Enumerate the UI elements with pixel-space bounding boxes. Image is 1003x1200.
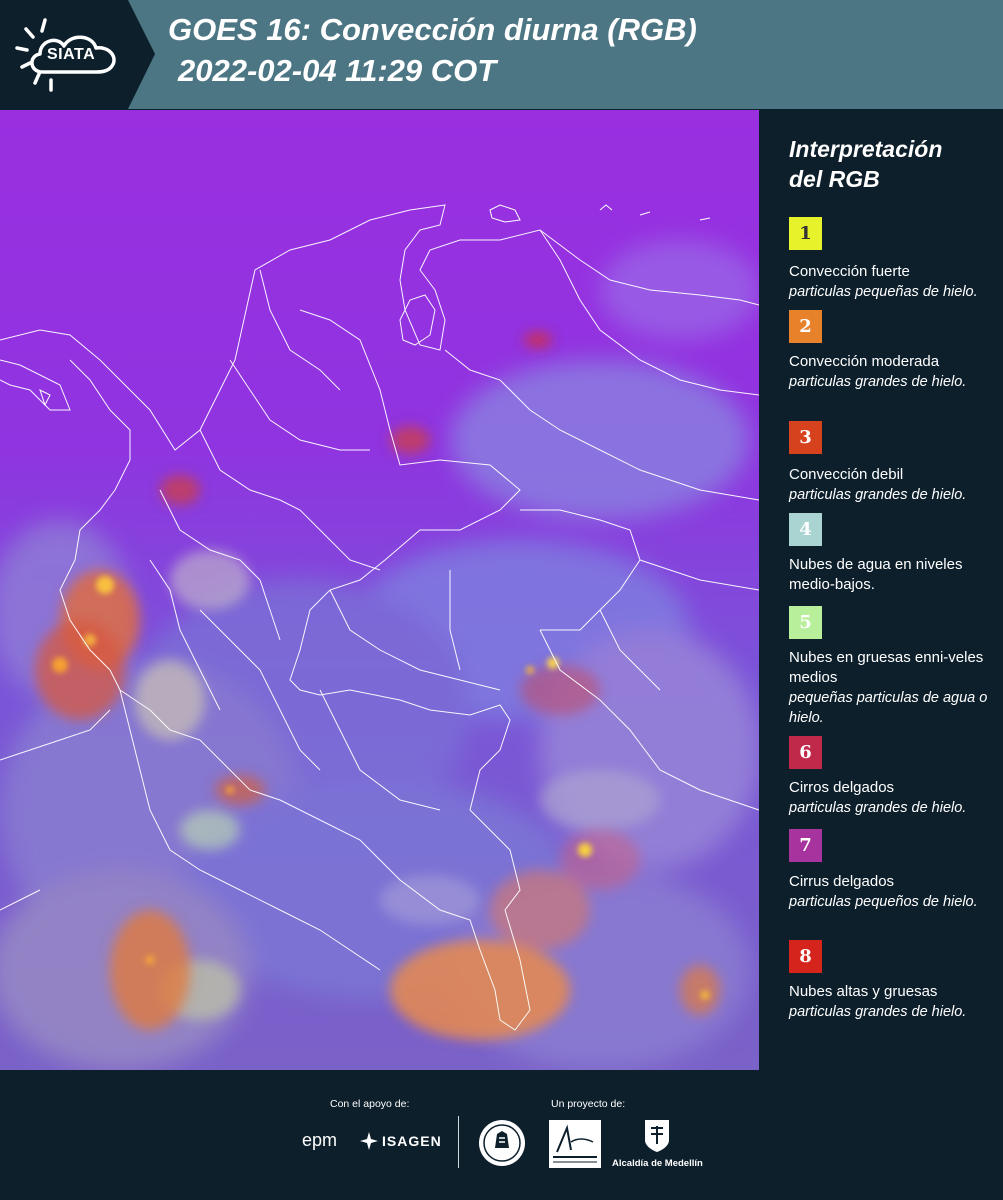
legend-label: Nubes altas y gruesas	[789, 983, 938, 1000]
legend-title-line-1: Interpretación	[789, 136, 943, 162]
legend-swatch-5: 5	[789, 606, 822, 639]
legend-swatch-7: 7	[789, 829, 822, 862]
legend-label: Convección moderada	[789, 353, 940, 370]
footer: Con el apoyo de: Un proyecto de: epm ISA…	[0, 1070, 1003, 1200]
legend-label: Cirros delgados	[789, 779, 895, 796]
legend-swatch-3: 3	[789, 421, 822, 454]
legend-swatch-4: 4	[789, 513, 822, 546]
footer-separator	[458, 1116, 459, 1168]
university-seal-icon	[479, 1120, 525, 1166]
legend-label: Nubes en gruesas enni-veles medios	[789, 649, 984, 686]
legend-title-line-2: del RGB	[789, 166, 880, 192]
legend-number: 3	[799, 427, 812, 448]
legend-number: 4	[799, 519, 812, 540]
legend-sub: particulas pequeños de hielo.	[789, 894, 978, 910]
siata-logo-text: SIATA	[47, 46, 96, 63]
legend-item-2: Convección moderada particulas grandes d…	[789, 352, 989, 392]
legend-number: 7	[799, 835, 812, 856]
legend-sub: pequeñas particulas de agua o hielo.	[789, 690, 988, 726]
project-label: Un proyecto de:	[551, 1098, 626, 1110]
legend-label: Nubes de agua en niveles medio-bajos.	[789, 556, 963, 593]
legend-swatch-1: 1	[789, 217, 822, 250]
legend-item-7: Cirrus delgados particulas pequeños de h…	[789, 872, 989, 912]
legend-label: Convección debil	[789, 466, 904, 483]
legend-item-8: Nubes altas y gruesas particulas grandes…	[789, 982, 989, 1022]
legend-item-4: Nubes de agua en niveles medio-bajos.	[789, 555, 989, 595]
rgb-legend: Interpretación del RGB 1 Convección fuer…	[770, 110, 1000, 1070]
title-line-1: GOES 16: Convección diurna (RGB)	[168, 12, 697, 47]
legend-swatch-8: 8	[789, 940, 822, 973]
legend-title: Interpretación del RGB	[789, 134, 989, 194]
alcaldia-logo: Alcaldía de Medellín	[612, 1118, 703, 1169]
siata-logo-panel: SIATA	[0, 0, 155, 109]
legend-item-5: Nubes en gruesas enni-veles medios peque…	[789, 648, 989, 728]
legend-label: Cirrus delgados	[789, 873, 895, 890]
legend-item-6: Cirros delgados particulas grandes de hi…	[789, 778, 989, 818]
legend-item-3: Convección debil particulas grandes de h…	[789, 465, 989, 505]
legend-number: 6	[799, 742, 812, 763]
medellin-shield-icon	[645, 1120, 669, 1152]
legend-sub: particulas grandes de hielo.	[789, 374, 967, 390]
area-metropolitana-logo: Área METROPOLITANA Valle de Aburrá	[549, 1120, 601, 1168]
isagen-logo: ISAGEN	[360, 1132, 442, 1150]
legend-sub: particulas grandes de hielo.	[789, 487, 967, 503]
alcaldia-text: Alcaldía de Medellín	[612, 1158, 703, 1169]
legend-sub: particulas pequeñas de hielo.	[789, 284, 978, 300]
legend-number: 2	[799, 316, 812, 337]
legend-number: 1	[799, 223, 812, 244]
legend-label: Convección fuerte	[789, 263, 910, 280]
isagen-star-icon	[360, 1132, 378, 1150]
legend-number: 8	[799, 946, 812, 967]
legend-item-1: Convección fuerte particulas pequeñas de…	[789, 262, 989, 302]
title-line-2: 2022-02-04 11:29 COT	[178, 53, 497, 88]
legend-swatch-2: 2	[789, 310, 822, 343]
legend-swatch-6: 6	[789, 736, 822, 769]
isagen-text: ISAGEN	[382, 1133, 442, 1149]
header-bar: SIATA GOES 16: Convección diurna (RGB) 2…	[0, 0, 1003, 109]
legend-sub: particulas grandes de hielo.	[789, 1004, 967, 1020]
satellite-rgb-map[interactable]	[0, 110, 759, 1070]
legend-number: 5	[799, 612, 812, 633]
legend-sub: particulas grandes de hielo.	[789, 800, 967, 816]
support-label: Con el apoyo de:	[330, 1098, 410, 1110]
epm-logo: epm	[302, 1130, 338, 1150]
